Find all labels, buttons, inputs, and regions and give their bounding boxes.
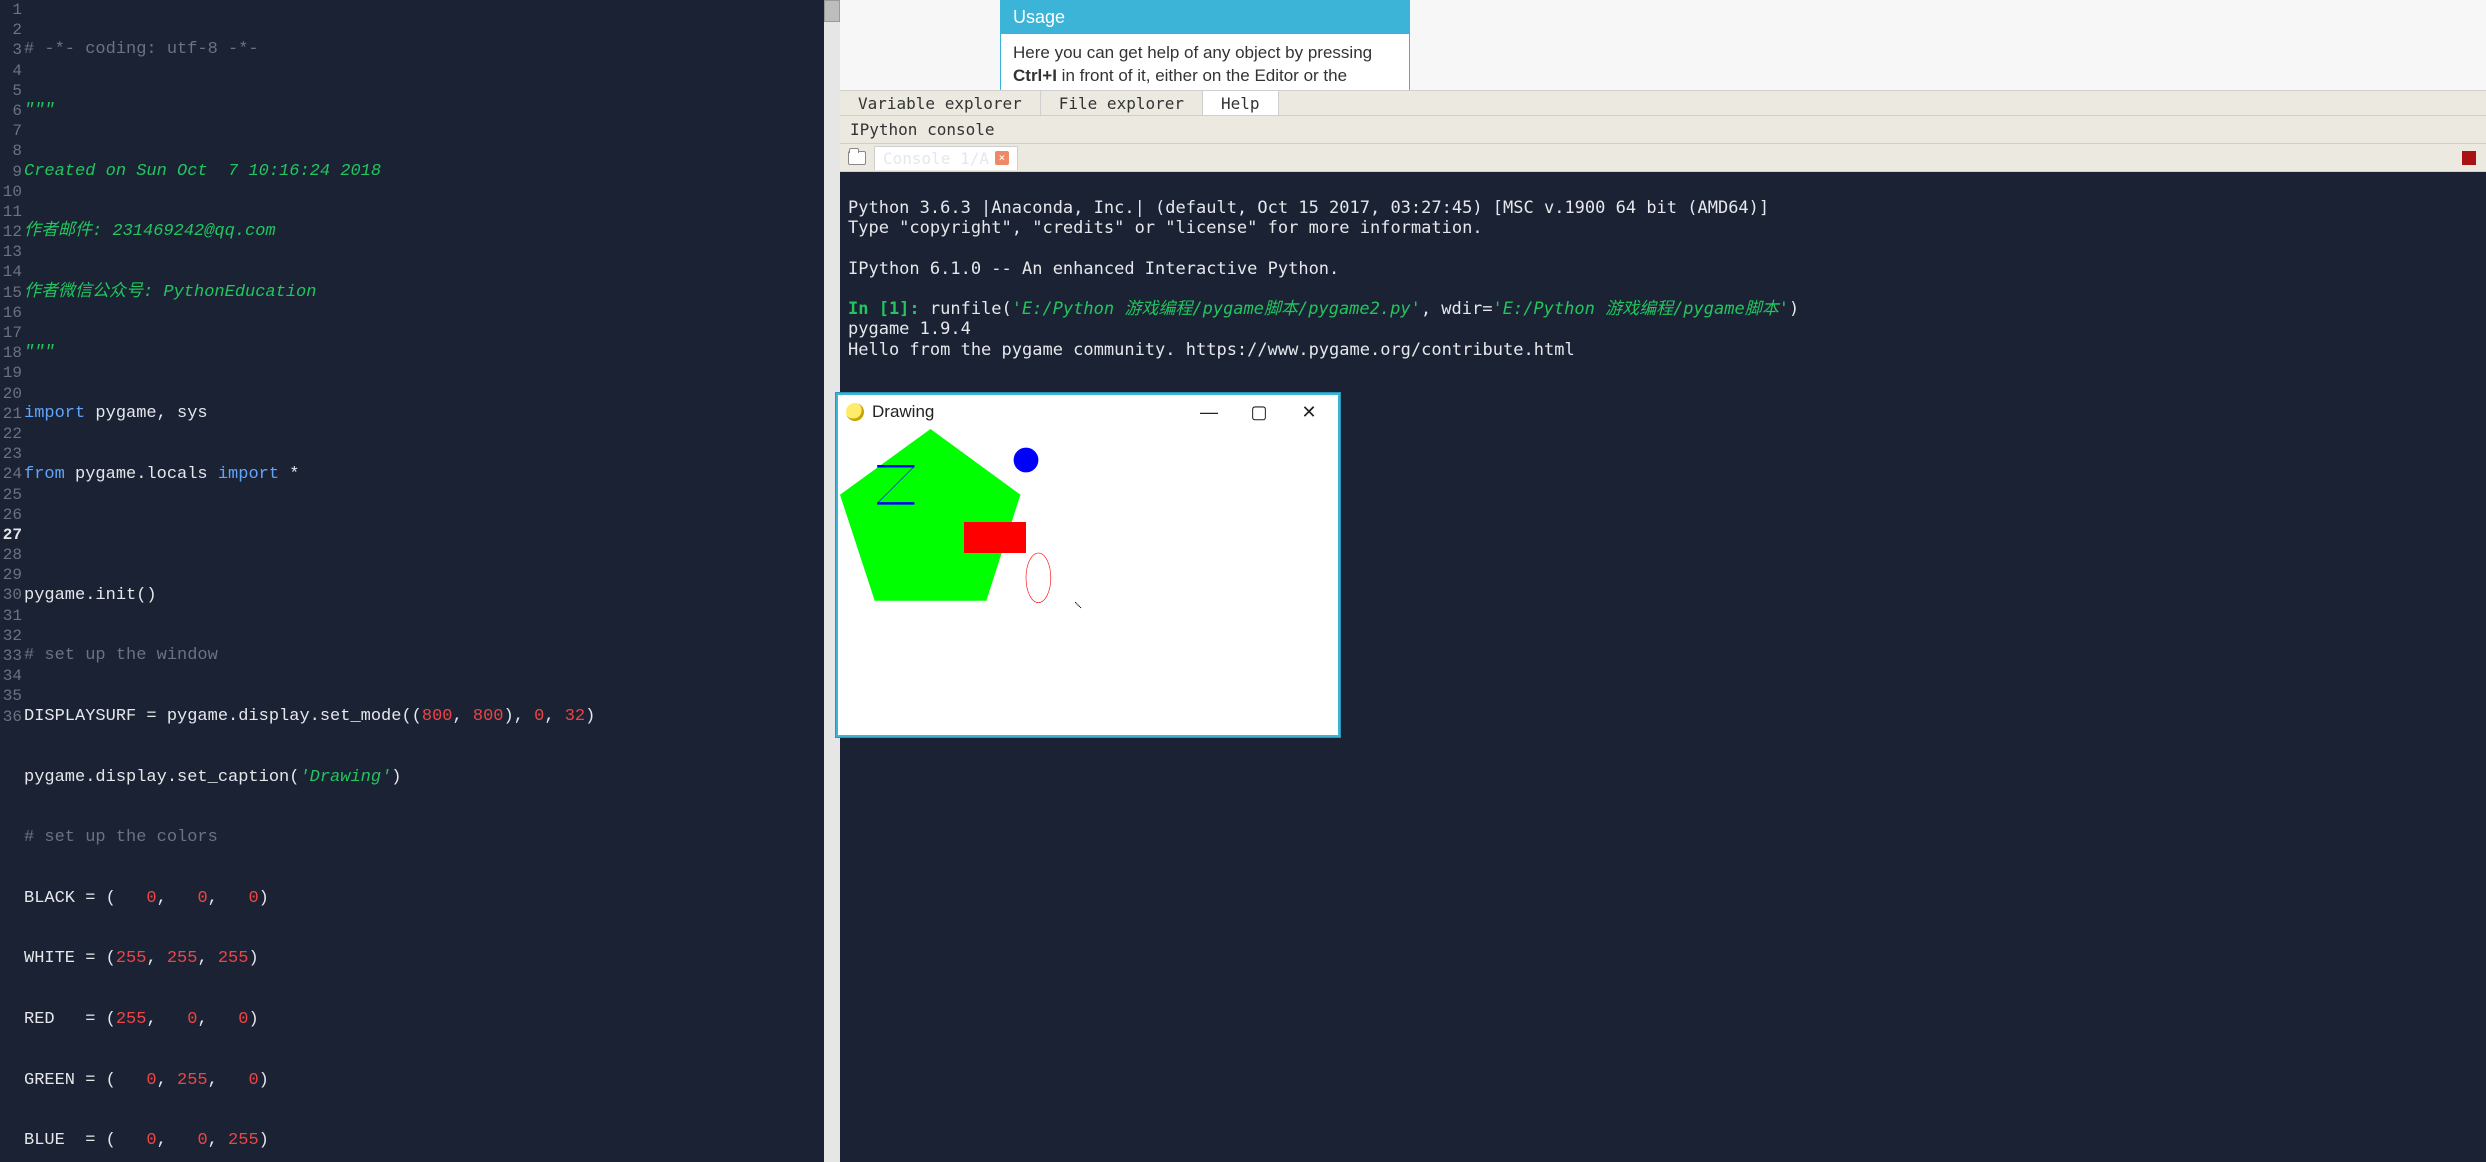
usage-text-1: Here you can get help of any object by p… xyxy=(1013,43,1372,62)
code-text: pygame, sys xyxy=(85,404,207,423)
code-text: pygame.init() xyxy=(24,586,157,605)
usage-body: Here you can get help of any object by p… xyxy=(1001,34,1409,90)
panel-tabs: Variable explorer File explorer Help xyxy=(840,90,2486,116)
code-text: 作者邮件: 231469242@qq.com xyxy=(24,222,276,241)
folder-icon[interactable] xyxy=(848,151,866,165)
code-text: import xyxy=(218,465,279,484)
console-text: IPython 6.1.0 -- An enhanced Interactive… xyxy=(848,259,1339,279)
usage-heading: Usage xyxy=(1001,1,1409,34)
scrollbar-thumb[interactable] xyxy=(824,0,840,22)
code-text: Created on Sun Oct 7 10:16:24 2018 xyxy=(24,162,381,181)
console-tab-label: Console 1/A xyxy=(883,149,989,168)
close-button[interactable]: ✕ xyxy=(1288,402,1330,423)
tab-help[interactable]: Help xyxy=(1203,91,1279,115)
help-panel: Usage Here you can get help of any objec… xyxy=(840,0,2486,90)
line-gutter: 1 2 3 4 5 6 7 8 9 10 11 12 13 14 15 16 1… xyxy=(0,0,22,1162)
tab-variable-explorer[interactable]: Variable explorer xyxy=(840,91,1041,115)
code-editor[interactable]: 1 2 3 4 5 6 7 8 9 10 11 12 13 14 15 16 1… xyxy=(0,0,840,1162)
console-text: runfile( xyxy=(930,299,1012,319)
console-text: 'E:/Python 游戏编程/pygame脚本/pygame2.py' xyxy=(1012,299,1421,319)
console-tab[interactable]: Console 1/A × xyxy=(874,146,1018,170)
pixel xyxy=(1080,607,1081,608)
code-text: # -*- coding: utf-8 -*- xyxy=(24,40,259,59)
console-text: ) xyxy=(1789,299,1799,319)
usage-shortcut: Ctrl+I xyxy=(1013,66,1057,85)
console-text: 'E:/Python 游戏编程/pygame脚本' xyxy=(1492,299,1788,319)
console-tab-bar: Console 1/A × xyxy=(840,144,2486,172)
stop-button[interactable] xyxy=(2462,151,2476,165)
console-text: Type "copyright", "credits" or "license"… xyxy=(848,218,1483,238)
console-text: Hello from the pygame community. https:/… xyxy=(848,340,1575,360)
close-icon[interactable]: × xyxy=(995,151,1009,165)
pygame-window[interactable]: Drawing — ▢ ✕ xyxy=(836,393,1340,737)
ellipse-shape xyxy=(1026,553,1051,603)
rect-shape xyxy=(964,522,1026,553)
code-text: # set up the window xyxy=(24,646,218,665)
pygame-titlebar[interactable]: Drawing — ▢ ✕ xyxy=(838,395,1338,429)
code-text: import xyxy=(24,404,85,423)
code-area[interactable]: # -*- coding: utf-8 -*- """ Created on S… xyxy=(22,0,840,1162)
ipython-title: IPython console xyxy=(840,116,2486,144)
pixel xyxy=(1077,604,1078,605)
pygame-canvas xyxy=(838,429,1338,735)
maximize-button[interactable]: ▢ xyxy=(1238,402,1280,423)
pixel xyxy=(1079,606,1080,607)
code-text: pygame.locals xyxy=(65,465,218,484)
code-text: """ xyxy=(24,101,55,120)
console-text: pygame 1.9.4 xyxy=(848,319,971,339)
tab-file-explorer[interactable]: File explorer xyxy=(1041,91,1203,115)
polygon-shape xyxy=(840,429,1020,601)
code-text: 作者微信公众号: PythonEducation xyxy=(24,283,316,302)
code-text: """ xyxy=(24,343,55,362)
circle-shape xyxy=(1014,448,1039,473)
drawing-svg xyxy=(838,429,1338,735)
usage-text-2: in front of it, either on the Editor or … xyxy=(1013,66,1347,90)
minimize-button[interactable]: — xyxy=(1188,402,1230,423)
console-text: Python 3.6.3 |Anaconda, Inc.| (default, … xyxy=(848,198,1769,218)
pixel xyxy=(1076,603,1077,604)
pixel xyxy=(1075,602,1076,603)
console-text: , wdir= xyxy=(1421,299,1493,319)
usage-box: Usage Here you can get help of any objec… xyxy=(1000,0,1410,90)
code-text: from xyxy=(24,465,65,484)
pygame-icon xyxy=(846,403,864,421)
console-prompt: In [1]: xyxy=(848,299,930,319)
pygame-title: Drawing xyxy=(872,402,934,422)
code-text: * xyxy=(279,465,299,484)
